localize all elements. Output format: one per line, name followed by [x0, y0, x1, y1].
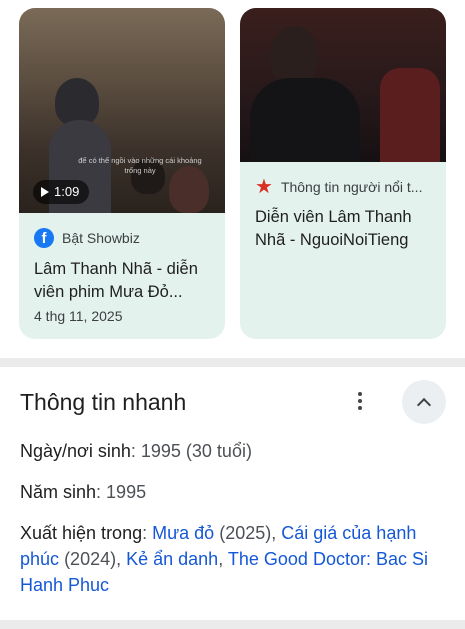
card-date: 4 thg 11, 2025	[34, 308, 123, 324]
speaker-figure	[55, 78, 99, 126]
facebook-icon: f	[34, 228, 54, 248]
video-caption: để có thể ngồi vào những cái khoảng trốn…	[78, 156, 202, 175]
birth-value: 1995 (30 tuổi)	[140, 441, 252, 461]
card-title[interactable]: Diễn viên Lâm Thanh Nhã - NguoiNoiTieng	[255, 206, 435, 252]
section-divider	[0, 358, 465, 367]
bottom-divider	[0, 620, 465, 629]
more-options-icon[interactable]	[348, 389, 372, 413]
year-label: Năm sinh	[20, 482, 97, 502]
red-star-icon: ★	[255, 176, 273, 198]
year-fact: Năm sinh: 1995	[20, 482, 147, 502]
card-source: f Bật Showbiz	[34, 228, 140, 248]
duration-label: 1:09	[54, 184, 80, 199]
card-source: ★ Thông tin người nổi t...	[255, 177, 422, 197]
video-thumbnail[interactable]: để có thể ngồi vào những cái khoảng trốn…	[19, 8, 225, 213]
appears-year: (2024)	[64, 549, 117, 569]
appears-link[interactable]: Kẻ ẩn danh	[126, 549, 218, 569]
quick-info-title: Thông tin nhanh	[20, 389, 187, 415]
article-thumbnail[interactable]	[240, 8, 446, 162]
source-label: Thông tin người nổi t...	[280, 179, 423, 195]
birth-label: Ngày/nơi sinh	[20, 441, 131, 461]
appears-label: Xuất hiện trong	[20, 523, 143, 543]
card-title[interactable]: Lâm Thanh Nhã - diễn viên phim Mưa Đỏ...	[34, 258, 214, 304]
birth-fact: Ngày/nơi sinh: 1995 (30 tuổi)	[20, 441, 252, 461]
actor-head	[270, 26, 318, 84]
video-duration-badge: 1:09	[33, 180, 90, 204]
appears-link[interactable]: Mưa đỏ	[152, 523, 214, 543]
actor-body	[250, 78, 360, 162]
play-icon	[41, 187, 49, 197]
source-label: Bật Showbiz	[62, 230, 140, 246]
article-card[interactable]: ★ Thông tin người nổi t... Diễn viên Lâm…	[240, 8, 446, 339]
video-card[interactable]: để có thể ngồi vào những cái khoảng trốn…	[19, 8, 225, 339]
collapse-button[interactable]	[402, 380, 446, 424]
background-figure	[380, 68, 440, 162]
appears-fact: Xuất hiện trong: Mưa đỏ (2025), Cái giá …	[20, 523, 428, 595]
result-cards: để có thể ngồi vào những cái khoảng trốn…	[0, 0, 465, 358]
year-value: 1995	[106, 482, 147, 502]
appears-year: (2025)	[219, 523, 272, 543]
chevron-up-icon	[416, 397, 432, 412]
